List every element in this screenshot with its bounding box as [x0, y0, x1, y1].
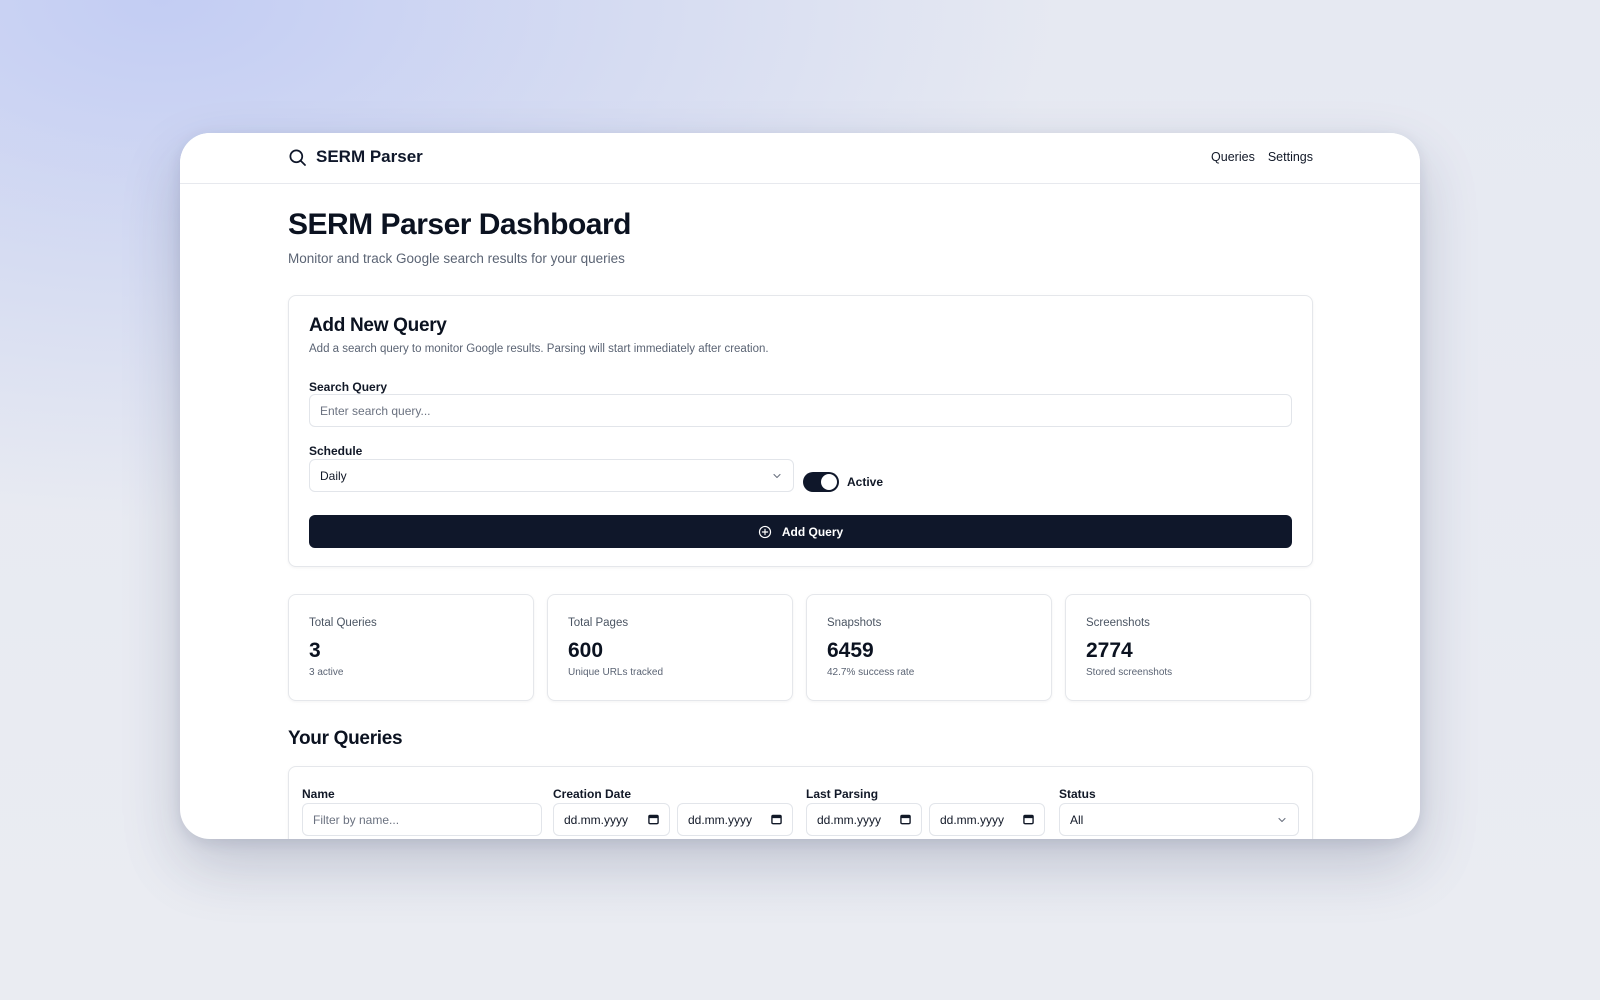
stat-card-snapshots: Snapshots 6459 42.7% success rate	[806, 594, 1052, 701]
schedule-select[interactable]: Daily	[309, 459, 794, 492]
search-icon	[289, 149, 306, 166]
status-filter-label: Status	[1059, 787, 1096, 801]
search-query-input[interactable]	[309, 394, 1292, 427]
nav-queries-link[interactable]: Queries	[1211, 150, 1255, 164]
nav-settings-link[interactable]: Settings	[1268, 150, 1313, 164]
date-placeholder: dd.mm.yyyy	[940, 812, 1005, 827]
page-title: SERM Parser Dashboard	[288, 208, 631, 241]
creation-date-to-input[interactable]: dd.mm.yyyy	[677, 803, 793, 836]
main-nav: Queries Settings	[1211, 150, 1313, 164]
your-queries-title: Your Queries	[288, 728, 403, 749]
stat-note: 42.7% success rate	[827, 667, 915, 678]
active-toggle[interactable]	[803, 472, 839, 492]
stat-value: 6459	[827, 639, 874, 662]
calendar-icon[interactable]	[771, 814, 782, 825]
status-filter-select[interactable]: All	[1059, 803, 1299, 836]
active-label: Active	[847, 475, 884, 489]
last-parsing-label: Last Parsing	[806, 787, 879, 801]
schedule-value: Daily	[320, 468, 347, 483]
search-query-label: Search Query	[309, 380, 388, 394]
schedule-label: Schedule	[309, 444, 363, 458]
calendar-icon[interactable]	[900, 814, 911, 825]
stat-card-total-queries: Total Queries 3 3 active	[288, 594, 534, 701]
add-query-description: Add a search query to monitor Google res…	[309, 343, 769, 355]
last-parsing-to-input[interactable]: dd.mm.yyyy	[929, 803, 1045, 836]
stat-label: Total Queries	[309, 617, 377, 629]
plus-circle-icon	[758, 525, 771, 538]
stat-note: 3 active	[309, 667, 344, 678]
active-toggle-group: Active	[803, 472, 883, 492]
stat-card-total-pages: Total Pages 600 Unique URLs tracked	[547, 594, 793, 701]
stat-label: Total Pages	[568, 617, 629, 629]
page-subtitle: Monitor and track Google search results …	[288, 251, 625, 266]
stat-value: 2774	[1086, 639, 1133, 662]
stat-note: Unique URLs tracked	[568, 667, 664, 678]
status-filter-value: All	[1070, 812, 1084, 827]
calendar-icon[interactable]	[1023, 814, 1034, 825]
stat-label: Snapshots	[827, 617, 882, 629]
add-query-button-label: Add Query	[781, 524, 844, 539]
brand[interactable]: SERM Parser	[288, 147, 423, 167]
date-placeholder: dd.mm.yyyy	[688, 812, 753, 827]
creation-date-label: Creation Date	[553, 787, 632, 801]
top-navbar: SERM Parser Queries Settings	[180, 133, 1420, 184]
add-query-card: Add New Query Add a search query to moni…	[288, 295, 1313, 567]
chevron-down-icon	[1278, 817, 1286, 822]
stat-note: Stored screenshots	[1086, 667, 1173, 678]
stat-value: 3	[309, 639, 321, 662]
creation-date-from-input[interactable]: dd.mm.yyyy	[553, 803, 670, 836]
app-name: SERM Parser	[316, 147, 423, 166]
stat-card-screenshots: Screenshots 2774 Stored screenshots	[1065, 594, 1311, 701]
last-parsing-from-input[interactable]: dd.mm.yyyy	[806, 803, 922, 836]
add-query-button[interactable]: Add Query	[309, 515, 1292, 548]
add-query-title: Add New Query	[309, 315, 447, 336]
calendar-icon[interactable]	[648, 814, 659, 825]
toggle-knob	[821, 474, 837, 490]
name-filter-input[interactable]	[302, 803, 542, 836]
chevron-down-icon	[773, 473, 781, 478]
name-filter-label: Name	[302, 787, 335, 801]
stat-label: Screenshots	[1086, 617, 1150, 629]
app-window: SERM Parser Queries Settings SERM Parser…	[180, 133, 1420, 839]
stat-value: 600	[568, 639, 604, 662]
date-placeholder: dd.mm.yyyy	[817, 812, 882, 827]
date-placeholder: dd.mm.yyyy	[564, 812, 629, 827]
queries-filter-panel: Name Creation Date dd.mm.yyyy dd.mm.yyyy…	[288, 766, 1313, 839]
